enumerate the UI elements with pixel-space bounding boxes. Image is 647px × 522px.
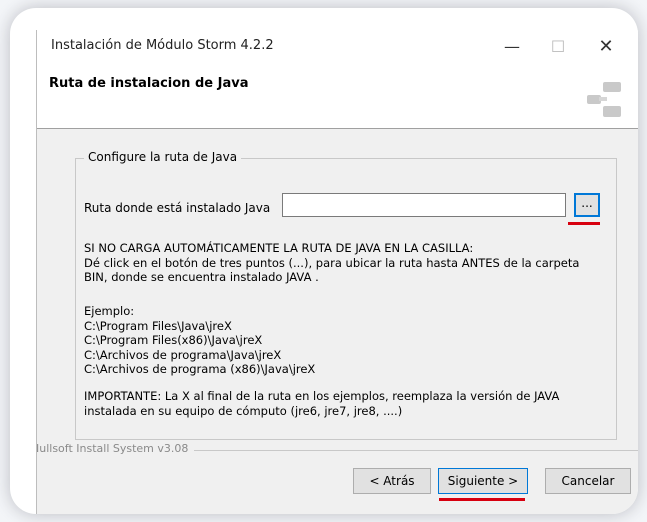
- next-button[interactable]: Siguiente >: [438, 468, 528, 494]
- instructions-example: Ejemplo: C:\Program Files\Java\jreX C:\P…: [84, 304, 316, 376]
- java-path-input[interactable]: [282, 193, 566, 217]
- window-title: Instalación de Módulo Storm 4.2.2: [51, 38, 274, 53]
- java-path-label: Ruta donde está instalado Java: [84, 201, 271, 215]
- browse-highlight-underline: [568, 222, 600, 225]
- installer-window: Instalación de Módulo Storm 4.2.2 — ☐ ✕ …: [36, 30, 638, 514]
- maximize-button[interactable]: ☐: [535, 30, 581, 62]
- page-header: Ruta de instalacion de Java: [37, 62, 638, 129]
- title-bar: Instalación de Módulo Storm 4.2.2 — ☐ ✕: [37, 30, 638, 62]
- page-title: Ruta de instalacion de Java: [49, 76, 249, 91]
- close-button[interactable]: ✕: [583, 30, 629, 62]
- instructions-warning: SI NO CARGA AUTOMÁTICAMENTE LA RUTA DE J…: [84, 241, 580, 284]
- screenshot-frame: Instalación de Módulo Storm 4.2.2 — ☐ ✕ …: [10, 8, 638, 514]
- back-button[interactable]: < Atrás: [353, 468, 431, 494]
- instructions-important: IMPORTANTE: La X al final de la ruta en …: [84, 389, 560, 418]
- browse-button[interactable]: ...: [574, 193, 600, 217]
- next-highlight-underline: [439, 498, 525, 501]
- minimize-button[interactable]: —: [489, 30, 535, 62]
- java-path-group: Configure la ruta de Java Ruta donde est…: [75, 150, 617, 440]
- cancel-button[interactable]: Cancelar: [545, 468, 631, 494]
- group-legend: Configure la ruta de Java: [84, 150, 242, 164]
- installer-logo-icon: [587, 82, 621, 117]
- nsis-branding: Nullsoft Install System v3.08: [37, 442, 195, 455]
